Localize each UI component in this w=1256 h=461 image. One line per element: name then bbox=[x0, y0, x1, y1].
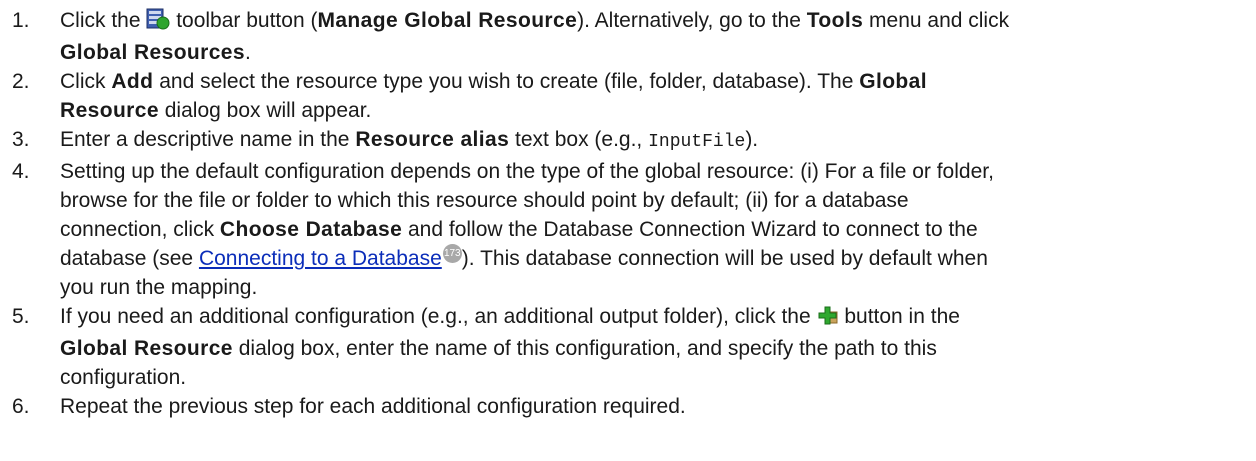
ui-term: Global bbox=[859, 70, 927, 93]
step-number: 3. bbox=[12, 128, 30, 151]
step-number: 6. bbox=[12, 395, 30, 418]
step-4: 4. Setting up the default configuration … bbox=[0, 157, 1256, 302]
step-2: 2. Click Add and select the resource typ… bbox=[0, 67, 1256, 125]
step-6: 6. Repeat the previous step for each add… bbox=[0, 392, 1256, 421]
page-reference-badge[interactable]: 173 bbox=[442, 244, 462, 263]
code-text: InputFile bbox=[648, 132, 746, 152]
ui-term: Global Resource bbox=[60, 337, 233, 360]
ui-term: Resource bbox=[60, 99, 159, 122]
ui-term: Tools bbox=[806, 9, 864, 32]
step-1: 1. Click the toolbar button (Manage Glob… bbox=[0, 6, 1256, 67]
connecting-to-database-link[interactable]: Connecting to a Database bbox=[199, 247, 442, 270]
step-number: 5. bbox=[12, 305, 30, 328]
step-number: 4. bbox=[12, 160, 30, 183]
manage-global-resource-icon bbox=[146, 8, 170, 38]
ui-term: Manage Global Resource bbox=[317, 9, 578, 32]
ui-term: Choose Database bbox=[219, 218, 403, 241]
procedure-steps: 1. Click the toolbar button (Manage Glob… bbox=[0, 0, 1256, 421]
step-5: 5. If you need an additional configurati… bbox=[0, 302, 1256, 392]
ui-term: Add bbox=[111, 70, 154, 93]
step-number: 2. bbox=[12, 70, 30, 93]
step-3: 3. Enter a descriptive name in the Resou… bbox=[0, 125, 1256, 157]
ui-term: Global Resources bbox=[60, 41, 245, 64]
ui-term: Resource alias bbox=[355, 128, 510, 151]
step-number: 1. bbox=[12, 9, 30, 32]
help-document: 1. Click the toolbar button (Manage Glob… bbox=[0, 0, 1256, 461]
add-configuration-icon bbox=[817, 305, 839, 334]
